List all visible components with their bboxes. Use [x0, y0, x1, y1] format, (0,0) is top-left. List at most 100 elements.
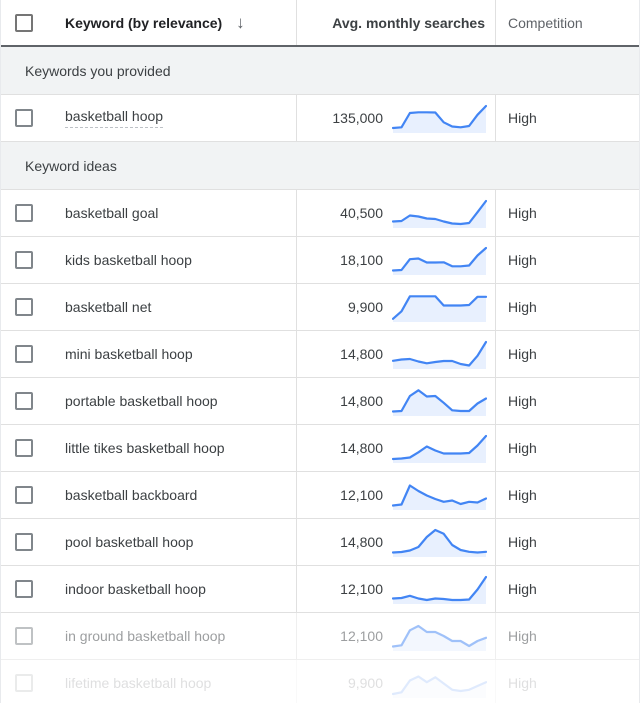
table-row: lifetime basketball hoop 9,900 High — [1, 660, 639, 703]
competition-value: High — [508, 205, 537, 221]
competition-cell: High — [495, 378, 639, 424]
searches-cell: 12,100 — [296, 613, 495, 659]
trend-sparkline — [392, 574, 487, 604]
row-checkbox[interactable] — [15, 345, 33, 363]
section-header: Keywords you provided — [1, 47, 639, 95]
trend-sparkline — [392, 245, 487, 275]
sort-arrow-down-icon[interactable]: ↓ — [236, 13, 245, 33]
keyword-cell: indoor basketball hoop — [1, 566, 296, 612]
row-checkbox[interactable] — [15, 439, 33, 457]
searches-cell: 40,500 — [296, 190, 495, 236]
row-checkbox[interactable] — [15, 298, 33, 316]
search-volume-value: 9,900 — [348, 675, 383, 691]
table-row: portable basketball hoop 14,800 High — [1, 378, 639, 425]
competition-cell: High — [495, 425, 639, 471]
searches-cell: 9,900 — [296, 660, 495, 703]
keyword-cell: basketball net — [1, 284, 296, 330]
searches-cell: 18,100 — [296, 237, 495, 283]
competition-value: High — [508, 346, 537, 362]
keyword-cell: little tikes basketball hoop — [1, 425, 296, 471]
keyword-cell: lifetime basketball hoop — [1, 660, 296, 703]
competition-cell: High — [495, 95, 639, 141]
keyword-label: basketball goal — [65, 205, 158, 221]
competition-value: High — [508, 675, 537, 691]
search-volume-value: 12,100 — [340, 581, 383, 597]
keyword-label: little tikes basketball hoop — [65, 440, 225, 456]
keyword-cell: pool basketball hoop — [1, 519, 296, 565]
row-checkbox[interactable] — [15, 204, 33, 222]
row-checkbox[interactable] — [15, 109, 33, 127]
keyword-label: basketball backboard — [65, 487, 197, 503]
trend-sparkline — [392, 103, 487, 133]
competition-cell: High — [495, 566, 639, 612]
competition-value: High — [508, 534, 537, 550]
row-checkbox[interactable] — [15, 392, 33, 410]
trend-sparkline — [392, 668, 487, 698]
table-row: pool basketball hoop 14,800 High — [1, 519, 639, 566]
section-label: Keyword ideas — [25, 158, 117, 174]
searches-cell: 14,800 — [296, 331, 495, 377]
competition-value: High — [508, 628, 537, 644]
search-volume-value: 40,500 — [340, 205, 383, 221]
keyword-cell: basketball hoop — [1, 95, 296, 141]
search-volume-value: 135,000 — [332, 110, 383, 126]
keyword-label: lifetime basketball hoop — [65, 675, 211, 691]
section-header: Keyword ideas — [1, 142, 639, 190]
competition-cell: High — [495, 660, 639, 703]
competition-value: High — [508, 299, 537, 315]
competition-cell: High — [495, 284, 639, 330]
table-row: basketball net 9,900 High — [1, 284, 639, 331]
select-all-checkbox[interactable] — [15, 14, 33, 32]
search-volume-value: 18,100 — [340, 252, 383, 268]
keyword-cell: basketball backboard — [1, 472, 296, 518]
keyword-label: indoor basketball hoop — [65, 581, 206, 597]
trend-sparkline — [392, 433, 487, 463]
searches-cell: 12,100 — [296, 566, 495, 612]
keyword-label: kids basketball hoop — [65, 252, 192, 268]
row-checkbox[interactable] — [15, 486, 33, 504]
header-competition-label[interactable]: Competition — [508, 15, 583, 31]
table-row: indoor basketball hoop 12,100 High — [1, 566, 639, 613]
table-row: mini basketball hoop 14,800 High — [1, 331, 639, 378]
competition-cell: High — [495, 613, 639, 659]
trend-sparkline — [392, 480, 487, 510]
header-competition-cell: Competition — [495, 0, 639, 45]
search-volume-value: 14,800 — [340, 393, 383, 409]
row-checkbox[interactable] — [15, 627, 33, 645]
table-header-row: Keyword (by relevance) ↓ Avg. monthly se… — [1, 0, 639, 47]
search-volume-value: 9,900 — [348, 299, 383, 315]
searches-cell: 9,900 — [296, 284, 495, 330]
table-row: basketball hoop 135,000 High — [1, 95, 639, 142]
competition-cell: High — [495, 519, 639, 565]
competition-value: High — [508, 393, 537, 409]
keyword-cell: basketball goal — [1, 190, 296, 236]
header-keyword-label[interactable]: Keyword (by relevance) — [65, 15, 222, 31]
keyword-label: in ground basketball hoop — [65, 628, 225, 644]
row-checkbox[interactable] — [15, 251, 33, 269]
competition-value: High — [508, 487, 537, 503]
trend-sparkline — [392, 527, 487, 557]
table-row: basketball backboard 12,100 High — [1, 472, 639, 519]
keyword-cell: kids basketball hoop — [1, 237, 296, 283]
competition-value: High — [508, 440, 537, 456]
search-volume-value: 12,100 — [340, 628, 383, 644]
section-label: Keywords you provided — [25, 63, 171, 79]
search-volume-value: 12,100 — [340, 487, 383, 503]
keyword-cell: mini basketball hoop — [1, 331, 296, 377]
keyword-cell: portable basketball hoop — [1, 378, 296, 424]
row-checkbox[interactable] — [15, 580, 33, 598]
trend-sparkline — [392, 292, 487, 322]
keyword-results-table: Keyword (by relevance) ↓ Avg. monthly se… — [0, 0, 640, 703]
keyword-label: basketball hoop — [65, 108, 163, 128]
competition-value: High — [508, 581, 537, 597]
competition-cell: High — [495, 237, 639, 283]
competition-value: High — [508, 110, 537, 126]
row-checkbox[interactable] — [15, 674, 33, 692]
header-searches-label[interactable]: Avg. monthly searches — [332, 15, 487, 31]
competition-cell: High — [495, 472, 639, 518]
searches-cell: 14,800 — [296, 378, 495, 424]
keyword-label: portable basketball hoop — [65, 393, 218, 409]
keyword-label: pool basketball hoop — [65, 534, 193, 550]
row-checkbox[interactable] — [15, 533, 33, 551]
searches-cell: 12,100 — [296, 472, 495, 518]
